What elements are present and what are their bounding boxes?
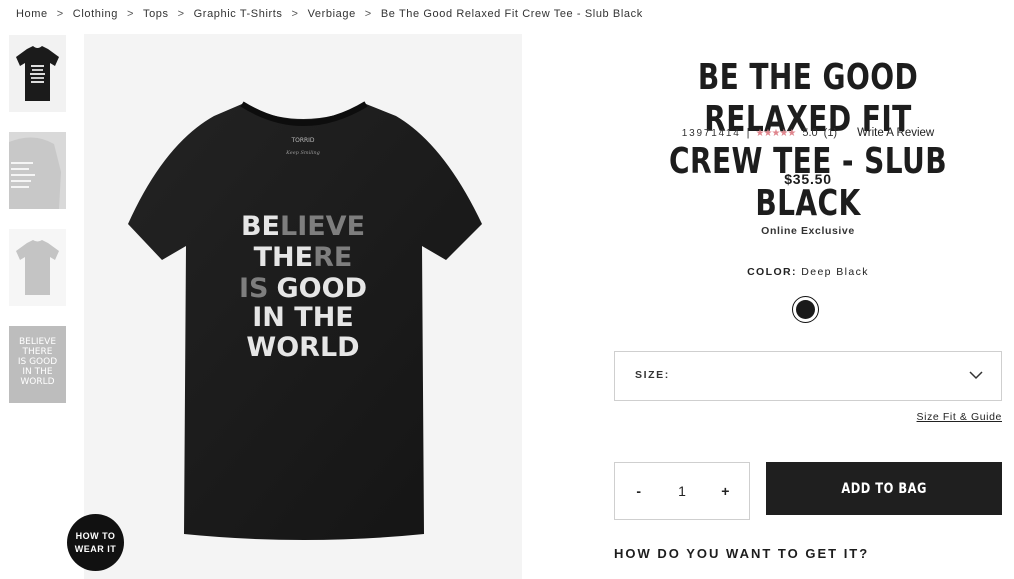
breadcrumb-separator: >: [56, 8, 64, 20]
svg-text:BELIEVE: BELIEVE: [19, 337, 56, 347]
breadcrumb-current: Be The Good Relaxed Fit Crew Tee - Slub …: [380, 8, 643, 20]
size-fit-guide-link[interactable]: Size Fit & Guide: [917, 411, 1002, 423]
size-label: SIZE:: [635, 369, 670, 381]
thumbnail-list: BELIEVE THERE IS GOOD IN THE WORLD: [9, 35, 66, 423]
graphic-line-3: IS GOOD: [239, 273, 367, 304]
thumbnail-model-closeup[interactable]: [9, 132, 66, 209]
thumbnail-front-black[interactable]: [9, 35, 66, 112]
write-review-link[interactable]: Write A Review: [857, 127, 934, 139]
graphic-line-5: WORLD: [246, 332, 359, 363]
color-swatch-deep-black[interactable]: [792, 296, 819, 323]
how-to-wear-line2: WEAR IT: [74, 543, 117, 554]
svg-text:WORLD: WORLD: [20, 377, 54, 387]
tshirt-back-thumbnail-icon: [16, 240, 59, 295]
review-count[interactable]: (1): [824, 127, 837, 139]
svg-text:IS GOOD: IS GOOD: [18, 357, 57, 367]
meta-divider: |: [746, 127, 750, 139]
product-main-image[interactable]: TORRID Keep Smiling BELIEVE THERE IS GOOD…: [84, 34, 522, 579]
quantity-stepper: - 1 +: [614, 462, 750, 520]
add-to-bag-button[interactable]: ADD TO BAG: [766, 462, 1002, 515]
swatch-dot: [796, 300, 815, 319]
product-sku: 13971414: [681, 127, 741, 139]
rating-value: 5.0: [802, 127, 818, 139]
graphic-line-2: THERE: [254, 242, 353, 273]
thumbnail-graphic-detail[interactable]: BELIEVE THERE IS GOOD IN THE WORLD: [9, 326, 66, 403]
svg-text:Keep Smiling: Keep Smiling: [285, 150, 320, 156]
svg-text:THERE: THERE: [22, 347, 53, 357]
breadcrumb-separator: >: [291, 8, 299, 20]
size-select[interactable]: SIZE:: [614, 351, 1002, 401]
quantity-increase-button[interactable]: +: [711, 483, 739, 499]
breadcrumb-tops[interactable]: Tops: [143, 8, 169, 20]
color-row: COLOR: Deep Black: [614, 266, 1002, 278]
breadcrumb: Home > Clothing > Tops > Graphic T-Shirt…: [16, 7, 643, 21]
how-to-wear-it-button[interactable]: HOW TO WEAR IT: [67, 514, 124, 571]
product-price: $35.50: [784, 171, 832, 187]
graphic-detail-thumbnail-icon: BELIEVE THERE IS GOOD IN THE WORLD: [9, 326, 66, 403]
quantity-value[interactable]: 1: [672, 483, 692, 499]
breadcrumb-home[interactable]: Home: [16, 8, 48, 20]
breadcrumb-verbiage[interactable]: Verbiage: [308, 8, 356, 20]
online-exclusive-badge: Online Exclusive: [761, 225, 855, 237]
tshirt-image: TORRID Keep Smiling BELIEVE THERE IS GOOD…: [128, 101, 482, 540]
breadcrumb-graphic-tshirts[interactable]: Graphic T-Shirts: [194, 8, 283, 20]
breadcrumb-separator: >: [126, 8, 134, 20]
product-title: BE THE GOOD RELAXED FIT CREW TEE - SLUB …: [668, 57, 948, 225]
svg-text:IN THE: IN THE: [22, 367, 53, 377]
breadcrumb-clothing[interactable]: Clothing: [73, 8, 118, 20]
delivery-heading: HOW DO YOU WANT TO GET IT?: [614, 546, 870, 561]
svg-text:TORRID: TORRID: [290, 137, 314, 144]
breadcrumb-separator: >: [177, 8, 185, 20]
chevron-down-icon: [969, 371, 983, 380]
product-meta: 13971414 | ★★★★★ 5.0 (1) Write A Review: [614, 127, 1002, 139]
graphic-line-4: IN THE: [252, 302, 354, 333]
thumbnail-back[interactable]: [9, 229, 66, 306]
quantity-decrease-button[interactable]: -: [625, 483, 653, 499]
color-label: COLOR:: [747, 266, 797, 278]
color-value: Deep Black: [801, 266, 869, 278]
graphic-line-1: BELIEVE: [241, 211, 365, 242]
rating-stars-icon[interactable]: ★★★★★: [756, 128, 797, 139]
tshirt-thumbnail-icon: [16, 46, 59, 101]
tshirt-closeup-thumbnail-icon: [9, 132, 66, 209]
how-to-wear-line1: HOW TO: [75, 530, 116, 541]
breadcrumb-separator: >: [364, 8, 372, 20]
add-to-bag-label: ADD TO BAG: [841, 480, 927, 497]
